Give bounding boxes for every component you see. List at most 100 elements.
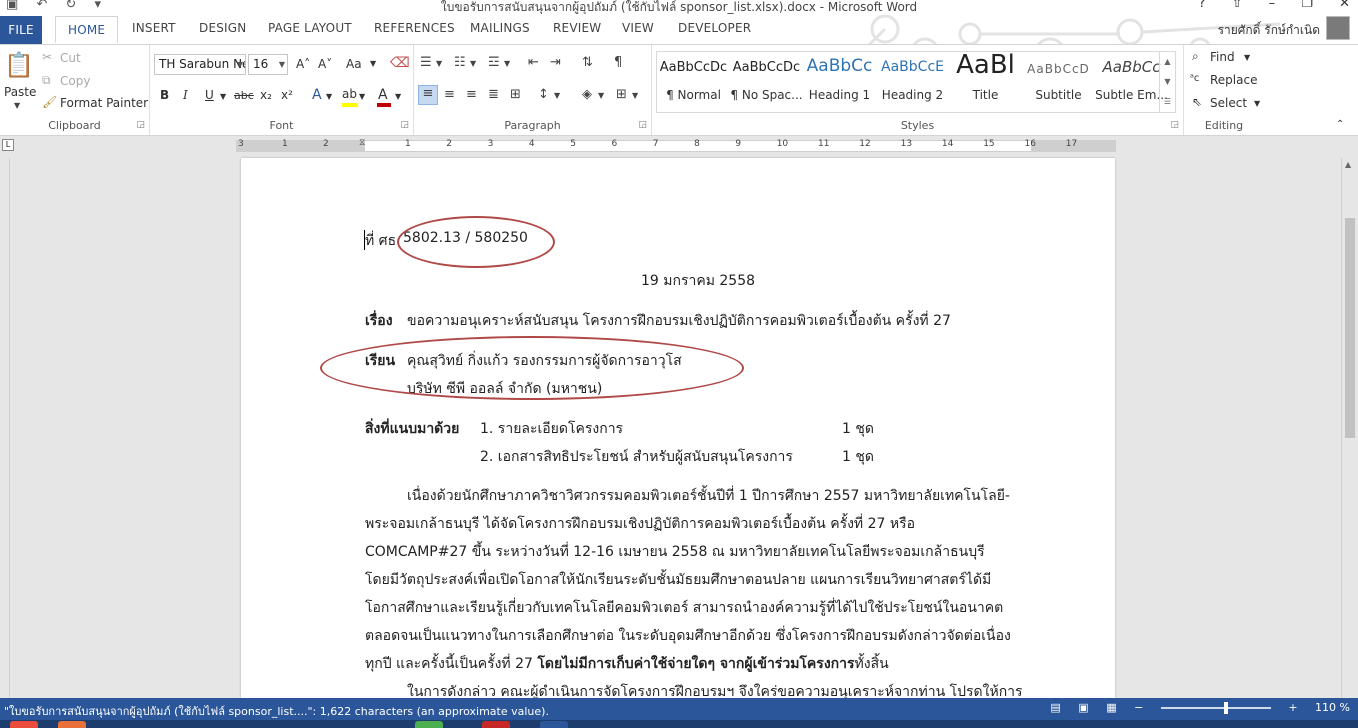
bullets-icon[interactable]: ☰ (420, 55, 432, 70)
restore-icon[interactable]: ❐ (1301, 0, 1313, 11)
italic-button[interactable]: I (183, 88, 188, 102)
subscript-button[interactable]: x₂ (260, 88, 272, 102)
styles-launcher-icon[interactable]: ◲ (1170, 120, 1179, 130)
tab-file[interactable]: FILE (0, 16, 42, 44)
strikethrough-button[interactable]: abc (234, 89, 254, 102)
zoom-level[interactable]: 110 % (1315, 701, 1350, 714)
underline-dropdown-icon[interactable]: ▼ (220, 92, 226, 101)
tab-home[interactable]: HOME (55, 16, 119, 43)
change-case-dropdown-icon[interactable]: ▼ (370, 59, 376, 68)
font-launcher-icon[interactable]: ◲ (400, 120, 409, 130)
paste-button[interactable]: Paste (4, 85, 36, 99)
tab-developer[interactable]: DEVELOPER (678, 21, 751, 35)
style-no-spacing[interactable]: AaBbCcDc ¶ No Spac... (730, 52, 803, 112)
bold-button[interactable]: B (160, 88, 169, 102)
scroll-up-icon[interactable]: ▲ (1345, 160, 1351, 169)
select-dropdown-icon[interactable]: ▼ (1254, 99, 1260, 108)
styles-gallery-scroll[interactable]: ▲ ▼ ☰ (1159, 52, 1175, 112)
find-button[interactable]: Find (1210, 50, 1235, 64)
indent-marker-icon[interactable]: ⧖ (359, 138, 365, 148)
read-mode-icon[interactable]: ▤ (1050, 701, 1060, 714)
text-effects-button[interactable]: A (312, 87, 322, 103)
shrink-font-button[interactable]: A˅ (318, 57, 332, 71)
tab-design[interactable]: DESIGN (199, 21, 246, 35)
sort-icon[interactable]: ⇅ (582, 55, 593, 70)
horizontal-ruler[interactable]: L 3 1 2 1 2 3 4 5 6 7 8 9 10 11 12 13 14 15 16 17 ⧖ (0, 136, 1358, 158)
document-page[interactable]: ที่ ศธ 5802.13 / 580250 19 มกราคม 2558 เ… (241, 158, 1115, 698)
paragraph-launcher-icon[interactable]: ◲ (638, 120, 647, 130)
replace-icon[interactable]: ᵃc (1190, 73, 1199, 84)
show-formatting-icon[interactable]: ¶ (614, 55, 622, 70)
close-icon[interactable]: ✕ (1339, 0, 1350, 11)
scroll-thumb[interactable] (1345, 218, 1355, 438)
gallery-down-icon[interactable]: ▼ (1160, 72, 1175, 92)
font-name-dropdown-icon[interactable]: ▼ (237, 55, 243, 74)
taskbar-app-icon[interactable] (540, 721, 568, 728)
style-title[interactable]: AaBl Title (949, 50, 1022, 112)
taskbar-app-icon[interactable] (482, 721, 510, 728)
zoom-out-icon[interactable]: − (1134, 701, 1143, 714)
bullets-dropdown-icon[interactable]: ▼ (436, 59, 442, 68)
tab-selector-icon[interactable]: L (2, 139, 14, 151)
ribbon-display-icon[interactable]: ⇧ (1232, 0, 1243, 11)
font-name-combo[interactable]: TH Sarabun Ne ▼ (154, 54, 246, 75)
highlight-button[interactable]: ab (342, 87, 357, 101)
multilevel-dropdown-icon[interactable]: ▼ (504, 59, 510, 68)
font-color-dropdown-icon[interactable]: ▼ (395, 92, 401, 101)
style-subtitle[interactable]: AaBbCcD Subtitle (1022, 52, 1095, 112)
help-icon[interactable]: ? (1199, 0, 1206, 11)
text-effects-dropdown-icon[interactable]: ▼ (326, 92, 332, 101)
tab-references[interactable]: REFERENCES (374, 21, 455, 35)
distributed-icon[interactable]: ⊞ (510, 87, 521, 102)
font-color-button[interactable]: A (378, 87, 388, 103)
replace-button[interactable]: Replace (1210, 73, 1257, 87)
change-case-button[interactable]: Aa (346, 57, 362, 71)
paste-icon[interactable]: 📋 (4, 51, 34, 81)
increase-indent-icon[interactable]: ⇥ (550, 55, 561, 70)
style-subtle-emphasis[interactable]: AaBbCc Subtle Em... (1095, 52, 1168, 112)
align-right-icon[interactable]: ≡ (466, 87, 477, 102)
style-normal[interactable]: AaBbCcDc ¶ Normal (657, 52, 730, 112)
minimize-icon[interactable]: – (1269, 0, 1276, 11)
avatar[interactable] (1326, 16, 1350, 40)
underline-button[interactable]: U (205, 88, 214, 102)
format-painter-button[interactable]: Format Painter (60, 96, 148, 110)
align-left-icon[interactable]: ≡ (418, 85, 438, 105)
clipboard-launcher-icon[interactable]: ◲ (136, 120, 145, 130)
tab-page-layout[interactable]: PAGE LAYOUT (268, 21, 352, 35)
print-layout-icon[interactable]: ▣ (1078, 701, 1088, 714)
select-button[interactable]: Select (1210, 96, 1247, 110)
cut-icon[interactable]: ✂ (42, 50, 52, 64)
taskbar-app-icon[interactable] (10, 721, 38, 728)
collapse-ribbon-icon[interactable]: ⌃ (1336, 119, 1344, 130)
justify-icon[interactable]: ≣ (488, 87, 499, 102)
shading-dropdown-icon[interactable]: ▼ (598, 91, 604, 100)
gallery-more-icon[interactable]: ☰ (1160, 92, 1175, 112)
vertical-scrollbar[interactable]: ▲ (1341, 158, 1358, 698)
zoom-slider-thumb[interactable] (1224, 702, 1229, 714)
tab-view[interactable]: VIEW (622, 21, 654, 35)
decrease-indent-icon[interactable]: ⇤ (528, 55, 539, 70)
font-size-combo[interactable]: 16 ▼ (248, 54, 288, 75)
taskbar-app-icon[interactable] (58, 721, 86, 728)
font-size-dropdown-icon[interactable]: ▼ (279, 55, 285, 74)
tab-mailings[interactable]: MAILINGS (470, 21, 530, 35)
numbering-icon[interactable]: ☷ (454, 55, 466, 70)
style-heading-2[interactable]: AaBbCcE Heading 2 (876, 52, 949, 112)
zoom-in-icon[interactable]: + (1288, 701, 1297, 714)
cut-button[interactable]: Cut (60, 51, 81, 65)
tab-review[interactable]: REVIEW (553, 21, 601, 35)
web-layout-icon[interactable]: ▦ (1106, 701, 1116, 714)
multilevel-list-icon[interactable]: ☲ (488, 55, 500, 70)
highlight-dropdown-icon[interactable]: ▼ (359, 92, 365, 101)
paste-dropdown-icon[interactable]: ▼ (14, 101, 20, 110)
find-dropdown-icon[interactable]: ▼ (1244, 53, 1250, 62)
find-icon[interactable]: ⌕ (1192, 49, 1199, 64)
tab-insert[interactable]: INSERT (132, 21, 176, 35)
copy-button[interactable]: Copy (60, 74, 90, 88)
line-spacing-icon[interactable]: ↕ (538, 87, 549, 102)
style-heading-1[interactable]: AaBbCc Heading 1 (803, 52, 876, 112)
zoom-slider[interactable] (1160, 702, 1271, 714)
select-icon[interactable]: ⇖ (1192, 95, 1202, 109)
borders-dropdown-icon[interactable]: ▼ (632, 91, 638, 100)
